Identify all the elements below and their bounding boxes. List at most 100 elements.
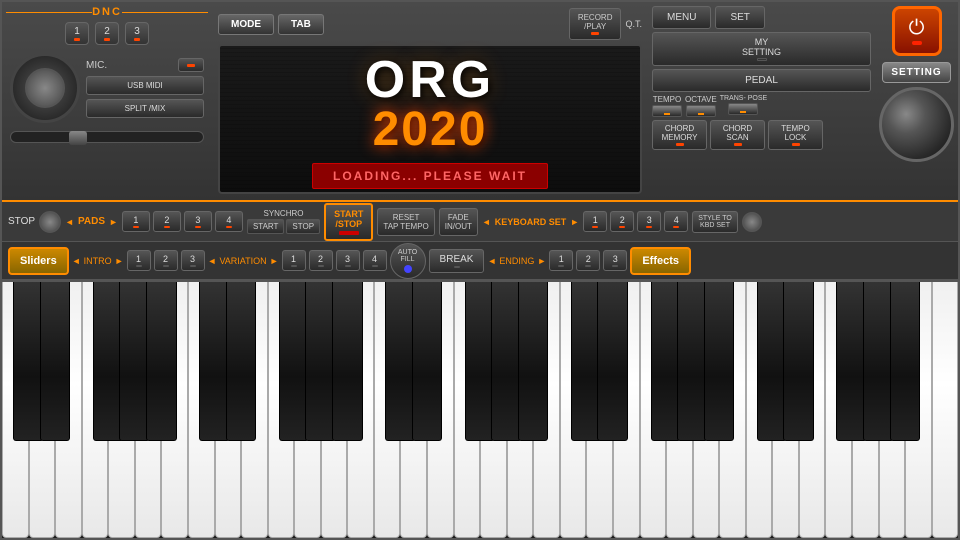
record-led [591, 32, 599, 35]
year-title: 2020 [373, 102, 488, 157]
auto-fill-btn[interactable]: AUTOFILL [390, 243, 426, 279]
var-led-1 [291, 265, 297, 267]
pads-label: PADS [78, 216, 105, 227]
intro-led-1 [136, 265, 142, 267]
set-btn[interactable]: SET [715, 6, 764, 29]
ending-label: ENDING [499, 256, 534, 266]
kbd-btn-3[interactable]: 3 [637, 211, 661, 232]
ending-btn-2[interactable]: 2 [576, 250, 600, 271]
effects-btn[interactable]: Effects [630, 247, 691, 275]
black-key-2[interactable] [40, 282, 71, 441]
black-key-15[interactable] [518, 282, 549, 441]
ending-led-3 [612, 265, 618, 267]
kbd-btn-2[interactable]: 2 [610, 211, 634, 232]
pad-led-1 [133, 226, 139, 228]
intro-btn-1[interactable]: 1 [127, 250, 151, 271]
transpose-knob[interactable] [728, 103, 758, 115]
ending-btn-3[interactable]: 3 [603, 250, 627, 271]
pad-btn-2[interactable]: 2 [153, 211, 181, 232]
synchro-start-label: SYNCHRO [263, 209, 303, 218]
synchro-btns: START STOP [247, 219, 320, 234]
variation-btn-2[interactable]: 2 [309, 250, 333, 271]
menu-set-row: MENU SET [652, 6, 871, 29]
usb-midi-btn[interactable]: USB MIDI [86, 76, 204, 95]
variation-btn-1[interactable]: 1 [282, 250, 306, 271]
right-top: MENU SET MYSETTING PEDAL TEMPO [652, 6, 954, 162]
black-key-22[interactable] [783, 282, 814, 441]
chord-memory-btn[interactable]: CHORDMEMORY [652, 120, 707, 150]
black-key-12[interactable] [412, 282, 443, 441]
variation-btn-4[interactable]: 4 [363, 250, 387, 271]
stop-btn[interactable] [39, 211, 61, 233]
variation-btn-3[interactable]: 3 [336, 250, 360, 271]
dnc-btn-1[interactable]: 1 [65, 22, 89, 45]
slider-thumb[interactable] [69, 131, 87, 145]
synchro-stop-btn[interactable]: STOP [286, 219, 320, 234]
var-led-2 [318, 265, 324, 267]
black-key-10[interactable] [332, 282, 363, 441]
pad-btn-3[interactable]: 3 [184, 211, 212, 232]
left-buttons: MIC. USB MIDI SPLIT /MIX [86, 58, 204, 118]
octave-label: OCTAVE [685, 95, 717, 104]
variation-label: VARIATION [219, 256, 266, 266]
black-key-25[interactable] [890, 282, 921, 441]
intro-btn-2[interactable]: 2 [154, 250, 178, 271]
dnc-btn-3[interactable]: 3 [125, 22, 149, 45]
pad-led-3 [195, 226, 201, 228]
intro-led-3 [190, 265, 196, 267]
qt-label: Q.T. [625, 19, 642, 29]
my-setting-btn[interactable]: MYSETTING [652, 32, 871, 66]
slider-bar[interactable] [10, 131, 204, 143]
kbd-led-3 [646, 226, 652, 228]
mic-btn[interactable] [178, 58, 204, 72]
split-mix-btn[interactable]: SPLIT /MIX [86, 99, 204, 118]
mode-btn[interactable]: MODE [218, 14, 274, 35]
center-display: MODE TAB RECORD/PLAY Q.T. ORG 2020 LOADI… [212, 2, 648, 200]
dnc-line-right [122, 12, 208, 13]
sliders-btn[interactable]: Sliders [8, 247, 69, 275]
tempo-lock-btn[interactable]: TEMPOLOCK [768, 120, 823, 150]
joystick[interactable] [10, 53, 80, 123]
pad-btn-1[interactable]: 1 [122, 211, 150, 232]
black-key-7[interactable] [226, 282, 257, 441]
style-to-kbd-btn[interactable]: STYLE TOKBD SET [692, 211, 738, 233]
tempo-knob[interactable] [652, 105, 682, 117]
middle-panel: STOP ◄ PADS ► 1 2 3 4 SYNCHRO START STOP… [2, 202, 958, 242]
pad-led-4 [226, 226, 232, 228]
mic-label: MIC. [86, 60, 107, 71]
setting-btn[interactable]: SETTING [882, 62, 950, 83]
white-key-36[interactable] [932, 282, 958, 538]
chord-scan-btn[interactable]: CHORDSCAN [710, 120, 765, 150]
fade-btn[interactable]: FADEIN/OUT [439, 208, 478, 236]
chord-btns-row: CHORDMEMORY CHORDSCAN TEMPOLOCK [652, 120, 871, 150]
start-stop-btn[interactable]: START/STOP [324, 203, 373, 241]
pad-group: 1 2 3 4 [122, 211, 243, 232]
black-key-5[interactable] [146, 282, 177, 441]
pad-btn-4[interactable]: 4 [215, 211, 243, 232]
knob-power-section: ⏻ SETTING [875, 6, 954, 162]
power-btn[interactable]: ⏻ [892, 6, 942, 56]
dnc-btn-2[interactable]: 2 [95, 22, 119, 45]
synchro-start-btn[interactable]: START [247, 219, 284, 234]
variation-arrow-right: ► [270, 256, 279, 266]
pedal-btn[interactable]: PEDAL [652, 69, 871, 92]
ending-btn-1[interactable]: 1 [549, 250, 573, 271]
kbd-knob[interactable] [742, 212, 762, 232]
power-icon: ⏻ [909, 18, 925, 38]
record-play-btn[interactable]: RECORD/PLAY [569, 8, 622, 40]
break-btn[interactable]: BREAK [429, 249, 485, 273]
variation-arrow-left: ◄ [208, 256, 217, 266]
black-key-17[interactable] [597, 282, 628, 441]
octave-knob[interactable] [686, 105, 716, 117]
kbd-btn-1[interactable]: 1 [583, 211, 607, 232]
right-controls: MENU SET MYSETTING PEDAL TEMPO [652, 6, 871, 150]
black-key-20[interactable] [704, 282, 735, 441]
ending-led-1 [558, 265, 564, 267]
big-knob[interactable] [879, 87, 954, 162]
menu-btn[interactable]: MENU [652, 6, 711, 29]
kbd-btn-4[interactable]: 4 [664, 211, 688, 232]
tab-btn[interactable]: TAB [278, 14, 324, 35]
joystick-area: MIC. USB MIDI SPLIT /MIX [6, 49, 208, 127]
reset-btn[interactable]: RESETTAP TEMPO [377, 208, 434, 236]
intro-btn-3[interactable]: 3 [181, 250, 205, 271]
